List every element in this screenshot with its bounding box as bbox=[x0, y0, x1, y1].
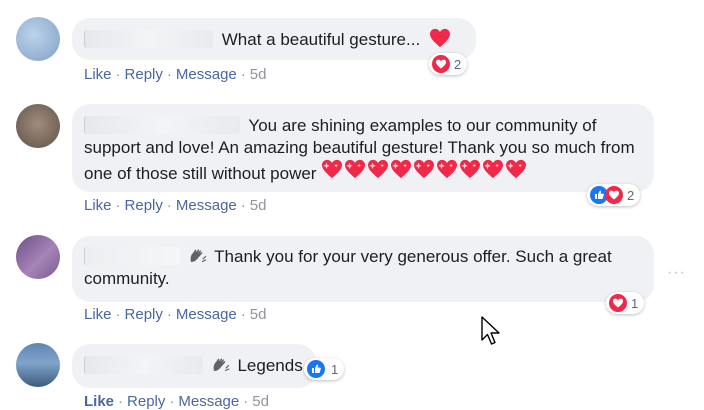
sparkling-heart-icon bbox=[344, 159, 366, 179]
separator: · bbox=[240, 197, 246, 214]
raised-hands-icon bbox=[212, 357, 230, 373]
separator: · bbox=[166, 306, 172, 323]
sparkling-heart-icon bbox=[482, 159, 504, 179]
reaction-count: 1 bbox=[331, 361, 339, 377]
separator: · bbox=[240, 66, 246, 83]
sparkling-hearts-row bbox=[321, 159, 528, 183]
reaction-summary[interactable]: 2 bbox=[429, 53, 468, 75]
like-link[interactable]: Like bbox=[84, 306, 112, 323]
sparkling-heart-icon bbox=[390, 159, 412, 179]
reply-link[interactable]: Reply bbox=[125, 66, 163, 83]
love-reaction-icon bbox=[432, 55, 450, 73]
separator: · bbox=[166, 197, 172, 214]
comment-bubble: Thank you for your very generous offer. … bbox=[72, 236, 654, 302]
comment-bubble: You are shining examples to our communit… bbox=[72, 104, 654, 192]
comment-text: What a beautiful gesture... bbox=[221, 30, 421, 49]
separator: · bbox=[169, 393, 175, 410]
avatar[interactable] bbox=[16, 235, 60, 279]
separator: · bbox=[118, 393, 124, 410]
mouse-cursor-icon bbox=[480, 316, 502, 351]
reply-link[interactable]: Reply bbox=[127, 393, 165, 410]
author-name-blurred[interactable] bbox=[84, 30, 213, 48]
like-link[interactable]: Like bbox=[84, 197, 112, 214]
separator: · bbox=[115, 66, 121, 83]
reaction-summary[interactable]: 1 bbox=[304, 358, 345, 380]
comment-actions: Like · Reply · Message · 5d bbox=[84, 197, 266, 214]
reaction-summary[interactable]: 2 bbox=[587, 184, 641, 206]
message-link[interactable]: Message bbox=[176, 197, 237, 214]
reaction-summary[interactable]: 1 bbox=[606, 292, 645, 314]
heart-icon bbox=[429, 28, 451, 48]
sparkling-heart-icon bbox=[367, 159, 389, 179]
avatar[interactable] bbox=[16, 104, 60, 148]
sparkling-heart-icon bbox=[459, 159, 481, 179]
timestamp[interactable]: 5d bbox=[250, 306, 267, 323]
author-name-blurred[interactable] bbox=[84, 247, 180, 265]
message-link[interactable]: Message bbox=[178, 393, 239, 410]
separator: · bbox=[115, 306, 121, 323]
like-reaction-icon bbox=[307, 360, 325, 378]
raised-hands-icon bbox=[189, 248, 207, 264]
author-name-blurred[interactable] bbox=[84, 356, 203, 374]
comment-bubble: Legends bbox=[72, 344, 316, 388]
timestamp[interactable]: 5d bbox=[252, 393, 269, 410]
love-reaction-icon bbox=[605, 186, 623, 204]
reply-link[interactable]: Reply bbox=[125, 306, 163, 323]
sparkling-heart-icon bbox=[321, 159, 343, 179]
avatar[interactable] bbox=[16, 17, 60, 61]
avatar[interactable] bbox=[16, 343, 60, 387]
message-link[interactable]: Message bbox=[176, 66, 237, 83]
author-name-blurred[interactable] bbox=[84, 116, 240, 134]
reaction-count: 1 bbox=[631, 295, 639, 311]
reaction-count: 2 bbox=[454, 56, 462, 72]
reaction-count: 2 bbox=[627, 187, 635, 203]
like-link[interactable]: Like bbox=[84, 66, 112, 83]
separator: · bbox=[240, 306, 246, 323]
sparkling-heart-icon bbox=[436, 159, 458, 179]
more-options-icon[interactable]: ··· bbox=[667, 264, 686, 282]
message-link[interactable]: Message bbox=[176, 306, 237, 323]
comment-bubble: What a beautiful gesture... bbox=[72, 18, 476, 60]
separator: · bbox=[166, 66, 172, 83]
comment-actions: Like · Reply · Message · 5d bbox=[84, 66, 266, 83]
separator: · bbox=[115, 197, 121, 214]
sparkling-heart-icon bbox=[505, 159, 527, 179]
separator: · bbox=[243, 393, 249, 410]
comment-text: Legends bbox=[237, 356, 303, 375]
sparkling-heart-icon bbox=[413, 159, 435, 179]
comment-actions: Like · Reply · Message · 5d bbox=[84, 306, 266, 323]
love-reaction-icon bbox=[609, 294, 627, 312]
reply-link[interactable]: Reply bbox=[125, 197, 163, 214]
timestamp[interactable]: 5d bbox=[250, 197, 267, 214]
timestamp[interactable]: 5d bbox=[250, 66, 267, 83]
like-link[interactable]: Like bbox=[84, 393, 114, 410]
comment-actions: Like · Reply · Message · 5d bbox=[84, 393, 269, 410]
